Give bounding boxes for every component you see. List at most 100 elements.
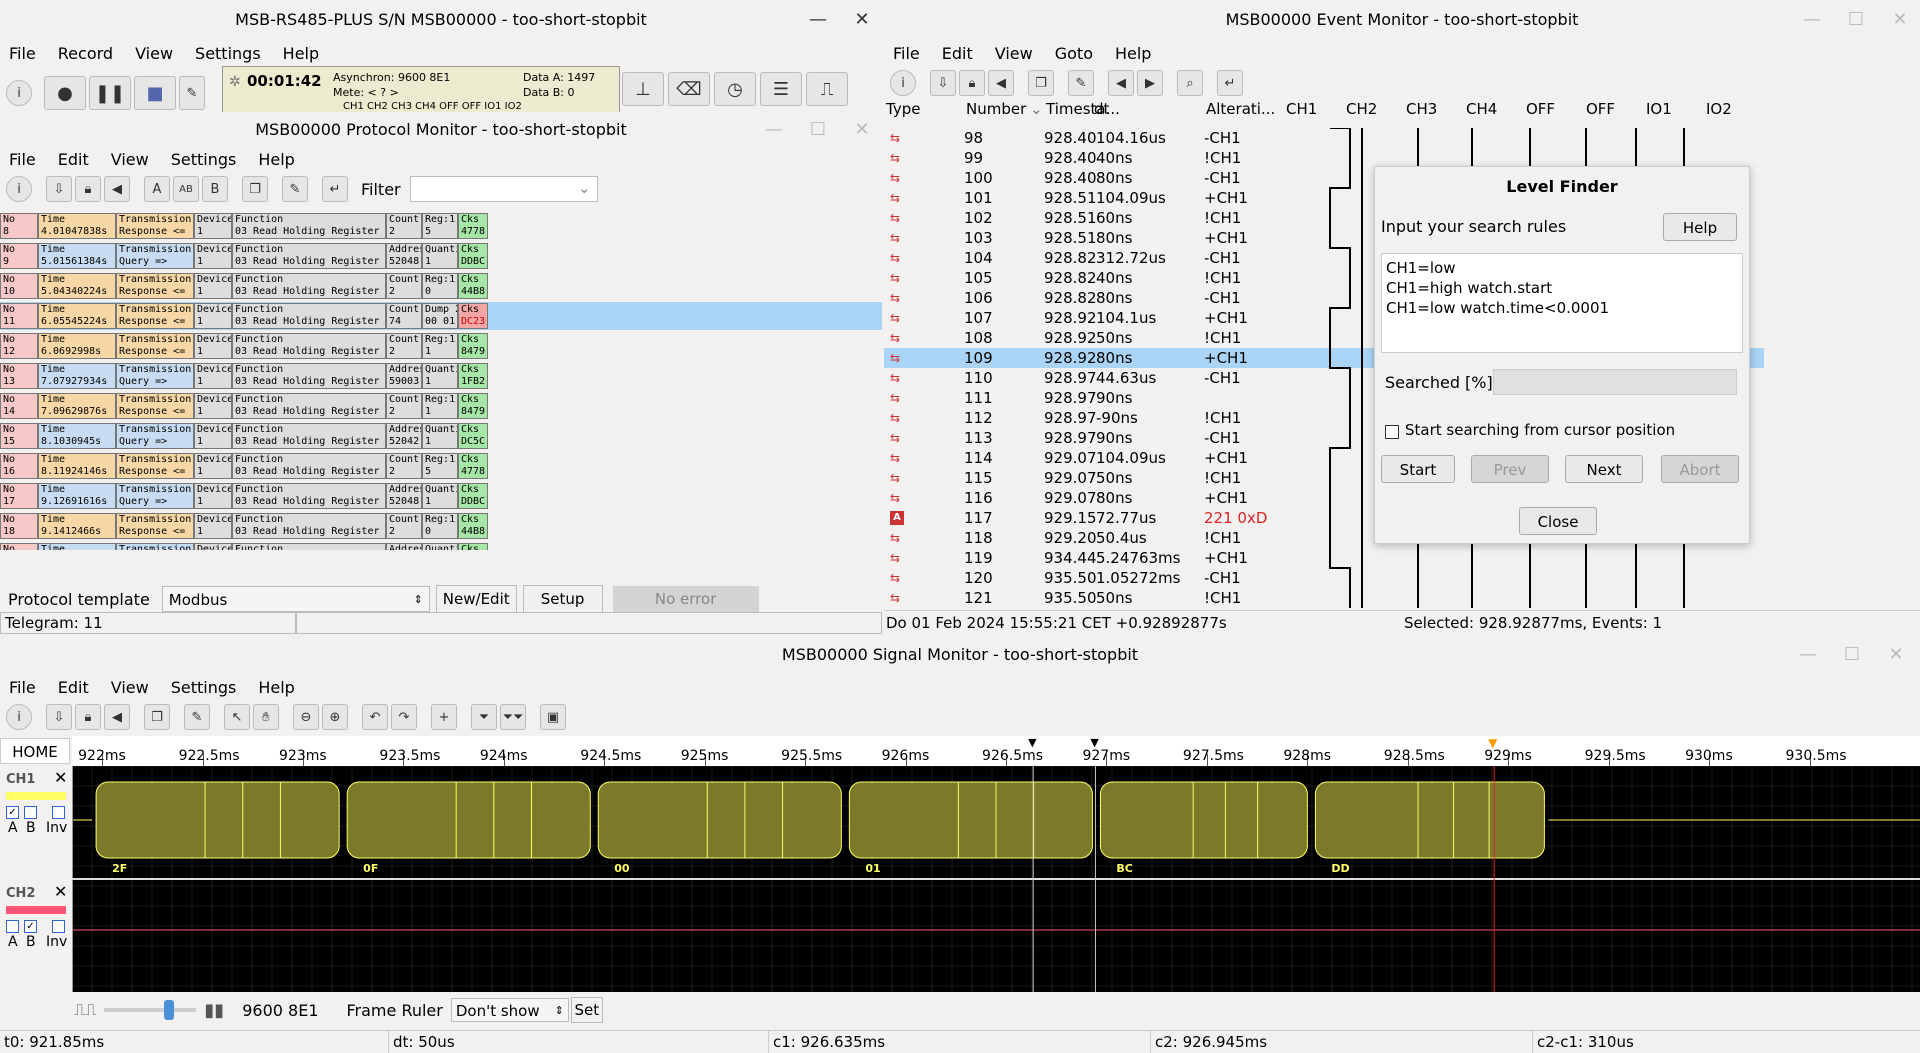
close-icon[interactable]: ✕ [1884,636,1908,674]
close-button[interactable]: Close [1519,507,1597,535]
signal-plot-area[interactable]: 2F 0F 00 01 BC DD [71,765,1920,992]
ch1-byte-frame[interactable] [1099,781,1308,859]
maximize-icon[interactable]: ☐ [1844,0,1868,40]
search-rules-input[interactable]: CH1=low CH1=high watch.start CH1=low wat… [1381,253,1743,353]
ch2-b-checkbox[interactable]: ✓ [24,920,37,933]
menu-record[interactable]: Record [58,44,113,63]
trigger-icon[interactable]: ⊥ [622,72,664,106]
table-row[interactable]: No 8 Time 4.01047838s Transmission Response <… [0,212,882,240]
col-alternative[interactable]: Alterati... [1206,100,1275,118]
ch2-color-bar[interactable] [6,906,66,914]
pin-icon[interactable]: ✎ [282,176,308,202]
view-ab-icon[interactable]: AB [173,176,199,202]
hand-icon[interactable]: ✋︎ [253,704,279,730]
new-edit-button[interactable]: New/Edit [435,585,517,613]
col-number[interactable]: Number [966,100,1026,118]
table-row[interactable]: No 15 Time 8.1030945s Transmission Query => De… [0,422,882,450]
col-dt[interactable]: dt [1094,100,1109,118]
prev-button[interactable]: Prev [1471,455,1549,483]
cursor-marker-icon[interactable]: ▼ [1028,736,1036,749]
menu-goto[interactable]: Goto [1055,44,1093,63]
ch1-byte-frame[interactable] [346,781,591,859]
prev-event-icon[interactable]: ◀ [1108,70,1134,96]
col-off1[interactable]: OFF [1526,100,1555,118]
tool-icon[interactable]: ✎ [179,76,205,110]
start-button[interactable]: Start [1381,455,1455,483]
menu-view[interactable]: View [111,678,149,697]
time-ruler[interactable]: 922ms 922.5ms 923ms 923.5ms 924ms 924.5ms 925m… [72,736,1920,767]
col-ch4[interactable]: CH4 [1466,100,1497,118]
col-io1[interactable]: IO1 [1646,100,1672,118]
minimize-icon[interactable]: — [1800,0,1824,40]
record-button[interactable]: ● [44,76,86,110]
stop-button[interactable]: ■ [134,76,176,110]
menu-help[interactable]: Help [258,678,294,697]
menu-view[interactable]: View [135,44,173,63]
next-button[interactable]: Next [1565,455,1643,483]
enter-icon[interactable]: ↵ [322,176,348,202]
info-icon[interactable]: i [890,70,916,96]
zoom-slider-handle[interactable] [164,1000,175,1020]
table-row[interactable]: No 17 Time 9.12691616s Transmission Query => D… [0,482,882,510]
home-button[interactable]: HOME [0,738,70,764]
undo-icon[interactable]: ↶ [362,704,388,730]
zoom-slider[interactable] [104,1000,197,1020]
ch1-byte-frame[interactable] [848,781,1093,859]
menu-settings[interactable]: Settings [171,150,237,169]
ch2-a-checkbox[interactable] [6,920,19,933]
menu-settings[interactable]: Settings [171,678,237,697]
info-icon[interactable]: i [6,80,32,106]
col-ch2[interactable]: CH2 [1346,100,1377,118]
ch1-byte-frame[interactable] [597,781,842,859]
menu-file[interactable]: File [9,678,36,697]
maximize-icon[interactable]: ☐ [1840,636,1864,674]
close-icon[interactable]: ✕ [850,114,874,146]
info-icon[interactable]: i [6,704,32,730]
table-row[interactable]: No 16 Time 8.11924146s Transmission Response … [0,452,882,480]
ch1-color-bar[interactable] [6,792,66,800]
copy-icon[interactable]: ❐ [144,704,170,730]
menu-view[interactable]: View [995,44,1033,63]
setup-button[interactable]: Setup [522,585,603,613]
menu-settings[interactable]: Settings [195,44,261,63]
back-icon[interactable]: ◀ [988,70,1014,96]
minimize-icon[interactable]: — [762,114,786,146]
ch1-byte-frame[interactable] [1314,781,1545,859]
ch2-inv-checkbox[interactable] [52,920,65,933]
table-row[interactable]: No 18 Time 9.1412466s Transmission Response <… [0,512,882,540]
minimize-icon[interactable]: — [1796,636,1820,674]
scroll-down-icon[interactable]: ⇩ [930,70,956,96]
info-icon[interactable]: i [6,176,32,202]
search-icon[interactable]: ⌕ [1177,70,1203,96]
minimize-icon[interactable]: — [806,0,830,40]
close-icon[interactable]: ✕ [850,0,874,40]
table-row[interactable]: No 13 Time 7.07927934s Transmission Query => D… [0,362,882,390]
zoom-in-icon[interactable]: ⊕ [322,704,348,730]
pause-button[interactable]: ❚❚ [89,76,131,110]
menu-file[interactable]: File [9,150,36,169]
clear-icon[interactable]: ⌫ [668,72,710,106]
lock-icon[interactable]: 🔒︎ [75,704,101,730]
table-row[interactable]: No 12 Time 6.0692998s Transmission Response <… [0,332,882,360]
col-type[interactable]: Type [886,100,920,118]
copy-icon[interactable]: ❐ [242,176,268,202]
pin-icon[interactable]: ✎ [1068,70,1094,96]
protocol-list-icon[interactable]: ☰ [760,72,802,106]
ch1-byte-frame[interactable] [95,781,340,859]
frame-icon[interactable]: ▣ [540,704,566,730]
menu-edit[interactable]: Edit [58,678,89,697]
close-icon[interactable]: ✕ [1888,0,1912,40]
menu-edit[interactable]: Edit [58,150,89,169]
cursor-start-checkbox[interactable] [1385,425,1399,439]
back-icon[interactable]: ◀ [104,704,130,730]
menu-edit[interactable]: Edit [942,44,973,63]
table-row[interactable]: No 14 Time 7.09629876s Transmission Response … [0,392,882,420]
view-b-icon[interactable]: B [202,176,228,202]
col-ch3[interactable]: CH3 [1406,100,1437,118]
table-row[interactable]: No19Time10.15052296sTransmissionQuery =>… [0,542,882,550]
selection-marker-icon[interactable]: ▼ [1488,736,1497,750]
table-row[interactable]: No 9 Time 5.01561384s Transmission Query => De… [0,242,882,270]
filter-icon[interactable]: ⏷ [471,704,497,730]
enter-icon[interactable]: ↵ [1217,70,1243,96]
view-a-icon[interactable]: A [144,176,170,202]
